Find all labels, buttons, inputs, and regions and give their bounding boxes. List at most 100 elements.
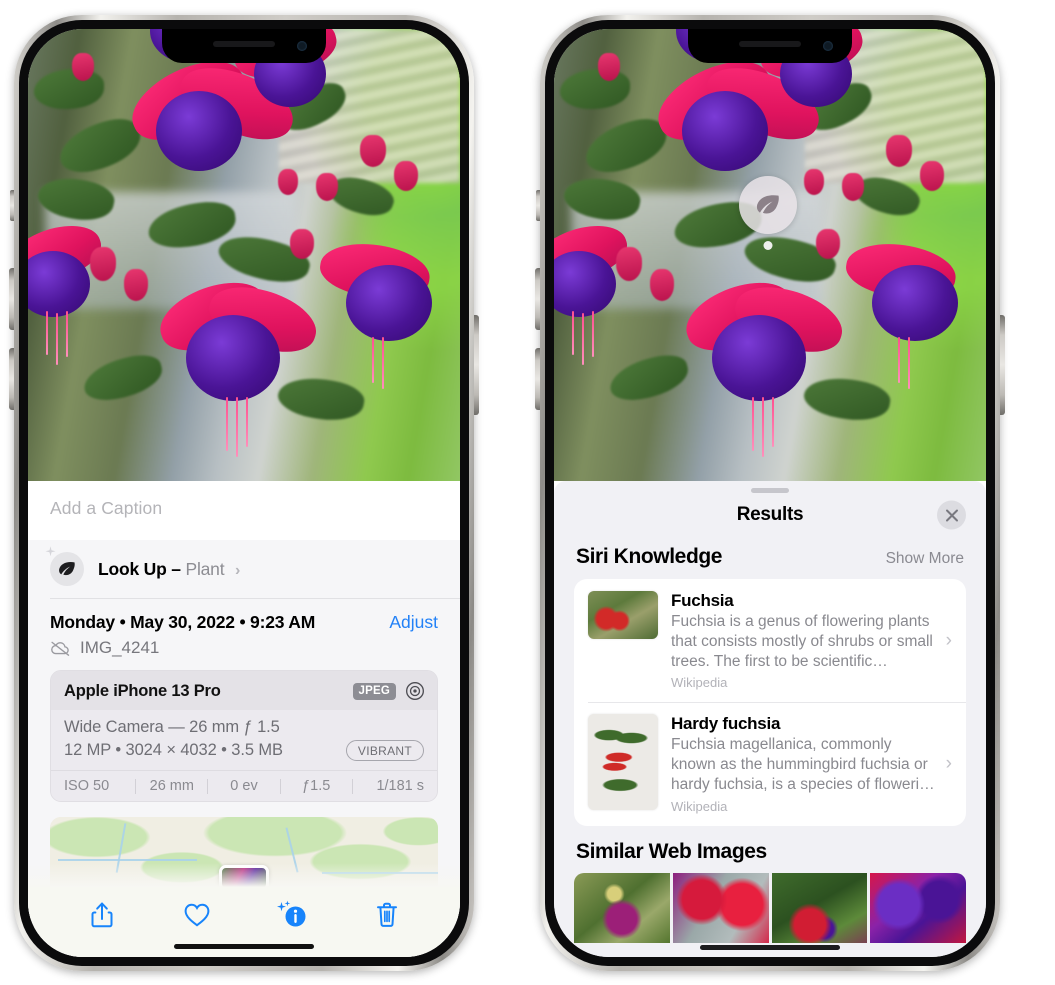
fuchsia-bush-buds-thumb[interactable] [771,872,868,943]
knowledge-title: Fuchsia [671,591,734,610]
screenshot-canvas: Add a Caption Look Up – Plant › Monday •… [0,0,1055,985]
look-up-subject: Plant [185,558,225,579]
flower-corolla [346,265,432,341]
flower-corolla [682,91,768,171]
flower-stamen [372,337,374,383]
siri-knowledge-header: Siri Knowledge Show More [554,537,986,579]
knowledge-title: Hardy fuchsia [671,714,781,734]
flower-stamen [46,311,48,355]
flower-bud [886,135,912,167]
look-up-row[interactable]: Look Up – Plant › [28,540,460,598]
format-badge: JPEG [352,682,396,700]
flower-stamen [592,311,594,357]
fuchsia-red-flowers-thumb [588,591,658,639]
flower-bud [290,229,314,259]
mute-switch[interactable] [536,190,540,221]
iphone-right-device: Results Siri Knowledge Show More Fuchsia… [535,15,1005,971]
date-row: Monday • May 30, 2022 • 9:23 AM Adjust [28,599,460,634]
volume-down-button[interactable] [9,348,14,410]
map-stream [57,858,198,861]
exif-card[interactable]: Apple iPhone 13 Pro JPEG Wide Camera — 2… [50,670,438,802]
fuchsia-magenta-leaves-thumb[interactable] [574,872,670,943]
fuchsia-purple-pink-thumb[interactable] [870,872,966,943]
exif-stats-row: ISO 50 26 mm 0 ev ƒ1.5 1/181 s [51,770,437,801]
leaf-glyph-icon [59,562,75,576]
flower-stamen [582,313,584,365]
exif-body: Wide Camera — 26 mm ƒ 1.5 12 MP • 3024 ×… [51,710,437,770]
flower-bud [804,169,824,195]
left-screen: Add a Caption Look Up – Plant › Monday •… [28,29,460,957]
power-button[interactable] [1000,315,1005,415]
home-indicator[interactable] [174,944,314,949]
home-indicator[interactable] [700,945,840,950]
close-button[interactable] [937,500,966,530]
aperture-icon [406,682,424,700]
flower-corolla [872,265,958,341]
flower-bud [842,173,864,201]
location-map[interactable] [50,817,438,889]
close-icon [945,509,958,521]
flower-corolla [156,91,242,171]
share-button[interactable] [81,896,123,934]
exif-stat-ev: 0 ev [230,778,258,794]
exif-stat-shutter: 1/181 s [376,778,425,794]
knowledge-card-body: Hardy fuchsia Fuchsia magellanica, commo… [671,714,946,813]
volume-up-button[interactable] [9,268,14,330]
similar-images-strip[interactable] [574,872,966,943]
volume-down-button[interactable] [535,348,540,410]
capture-datetime: Monday • May 30, 2022 • 9:23 AM [50,612,316,632]
hardy-fuchsia-specimen-thumb [588,714,658,811]
info-button[interactable] [271,896,313,934]
flower-bud [316,173,338,201]
knowledge-card[interactable]: Fuchsia Fuchsia is a genus of flowering … [574,579,966,702]
flower-stamen [572,311,574,355]
mute-switch[interactable] [10,190,14,221]
resolution-info: 12 MP • 3024 × 4032 • 3.5 MB [64,741,283,759]
results-title: Results [736,504,804,525]
flower-bud [816,229,840,259]
flower-bud [598,53,620,81]
photo-location-pin[interactable] [219,865,269,889]
flower-bud [72,53,94,81]
exif-header-right: JPEG [352,681,425,701]
photo-viewer[interactable] [28,29,460,481]
knowledge-description: Fuchsia is a genus of flowering plants t… [671,613,933,670]
exif-stat-aperture: ƒ1.5 [302,778,331,794]
visual-lookup-leaf-badge[interactable] [739,176,797,234]
delete-button[interactable] [366,896,408,934]
sparkle-icon [45,546,56,557]
right-screen: Results Siri Knowledge Show More Fuchsia… [554,29,986,957]
device-bezel: Add a Caption Look Up – Plant › Monday •… [19,20,469,966]
adjust-button[interactable]: Adjust [389,612,438,633]
flower-bud [360,135,386,167]
fuchsia-red-closeup-thumb[interactable] [672,872,769,943]
notch [688,29,852,63]
flower-stamen [382,337,384,389]
photo-viewer[interactable] [554,29,986,481]
visual-lookup-anchor-dot [763,241,773,250]
leaf-icon [45,546,84,586]
knowledge-description: Fuchsia magellanica, commonly known as t… [671,736,935,794]
filename-label: IMG_4241 [80,638,160,657]
info-sparkle-icon [276,900,305,927]
power-button[interactable] [474,315,479,415]
front-camera-icon [823,41,833,51]
siri-knowledge-cards: Fuchsia Fuchsia is a genus of flowering … [574,579,966,826]
similar-images-header: Similar Web Images [554,826,986,873]
flower-bud [90,247,116,281]
map-stream [321,871,438,874]
flower-stamen [236,397,238,457]
knowledge-source: Wikipedia [671,798,728,814]
speaker-grill-icon [213,41,275,47]
results-sheet: Results Siri Knowledge Show More Fuchsia… [554,481,986,957]
lens-info: Wide Camera — 26 mm ƒ 1.5 [64,718,280,736]
siri-knowledge-title: Siri Knowledge [576,545,723,568]
volume-up-button[interactable] [535,268,540,330]
favorite-button[interactable] [176,896,218,934]
show-more-button[interactable]: Show More [886,550,964,568]
exif-stat-iso: ISO 50 [64,778,110,794]
chevron-right-icon: › [945,629,952,651]
knowledge-card[interactable]: Hardy fuchsia Fuchsia magellanica, commo… [574,702,966,825]
caption-input[interactable]: Add a Caption [28,481,460,540]
flower-stamen [56,313,58,365]
